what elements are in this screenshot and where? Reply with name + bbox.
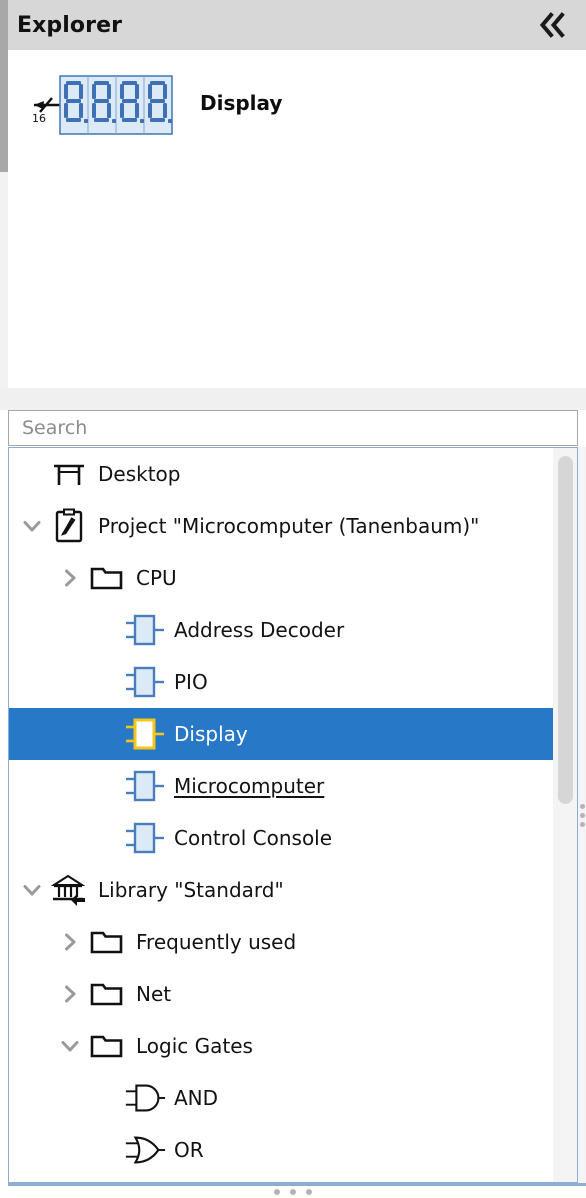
tree-item-label: PIO [174, 670, 208, 694]
tree-item-label: Microcomputer [174, 774, 325, 798]
splitter-dot [579, 821, 585, 827]
chevron-right-icon[interactable] [55, 916, 85, 968]
component-preview-pane: 16 Display [0, 50, 586, 388]
circuit-icon [123, 656, 167, 708]
tree-item-project-microcomputer-tanenbaum[interactable]: Project "Microcomputer (Tanenbaum)" [9, 500, 555, 552]
tree-item-library-standard[interactable]: Library "Standard" [9, 864, 555, 916]
tree-item-net[interactable]: Net [9, 968, 555, 1020]
tree-scrollbar-thumb[interactable] [558, 456, 573, 804]
collapse-panel-button[interactable] [536, 8, 570, 42]
circuit-icon-selected [123, 708, 167, 760]
chevron-down-icon[interactable] [55, 1020, 85, 1072]
tree-item-label: Project "Microcomputer (Tanenbaum)" [98, 514, 480, 538]
folder-icon [85, 1020, 129, 1072]
explorer-tree: Desktop Project "Microcomputer (Tanenbaum… [9, 448, 555, 1176]
tree-item-label: Library "Standard" [98, 878, 284, 902]
chevron-down-icon[interactable] [17, 864, 47, 916]
tree-item-label: Control Console [174, 826, 333, 850]
splitter-dot [579, 803, 585, 809]
pane-divider-strip [0, 388, 586, 410]
tree-item-label: OR [174, 1138, 204, 1162]
search-field-wrapper [8, 410, 578, 446]
preview-scrollbar-track[interactable] [0, 50, 8, 388]
chevron-right-icon[interactable] [55, 968, 85, 1020]
circuit-icon [123, 604, 167, 656]
or-gate-icon [123, 1124, 167, 1176]
explorer-header: Explorer [0, 0, 586, 50]
preview-component-label: Display [200, 91, 283, 115]
tree-item-logic-gates[interactable]: Logic Gates [9, 1020, 555, 1072]
tree-item-label: Frequently used [136, 930, 297, 954]
circuit-icon [123, 760, 167, 812]
folder-icon [85, 968, 129, 1020]
svg-text:16: 16 [32, 112, 46, 125]
search-input[interactable] [8, 410, 578, 446]
chevron-right-icon[interactable] [55, 552, 85, 604]
vertical-splitter-handle[interactable] [578, 447, 586, 1183]
header-accent-bar [0, 0, 8, 50]
horizontal-splitter-handle[interactable] [0, 1186, 586, 1198]
tree-item-label: AND [174, 1086, 219, 1110]
tree-item-or[interactable]: OR [9, 1124, 555, 1176]
preview-component[interactable]: 16 Display [26, 68, 282, 138]
circuit-icon [123, 812, 167, 864]
splitter-dot [579, 812, 585, 818]
tree-item-label: Desktop [98, 462, 181, 486]
folder-icon [85, 916, 129, 968]
splitter-dot [290, 1189, 296, 1195]
splitter-dot [274, 1189, 280, 1195]
seven-segment-display-icon: 16 [26, 68, 176, 138]
and-gate-icon [123, 1072, 167, 1124]
tree-item-cpu[interactable]: CPU [9, 552, 555, 604]
splitter-dot [306, 1189, 312, 1195]
tree-item-frequently-used[interactable]: Frequently used [9, 916, 555, 968]
tree-item-label: Logic Gates [136, 1034, 253, 1058]
tree-item-display[interactable]: Display [9, 708, 555, 760]
tree-item-label: Display [174, 722, 248, 746]
chevron-double-left-icon [538, 12, 568, 38]
preview-scrollbar-thumb[interactable] [0, 50, 8, 172]
folder-icon [85, 552, 129, 604]
tree-item-microcomputer[interactable]: Microcomputer [9, 760, 555, 812]
library-building-icon [47, 864, 91, 916]
tree-item-control-console[interactable]: Control Console [9, 812, 555, 864]
tree-item-pio[interactable]: PIO [9, 656, 555, 708]
tree-item-desktop[interactable]: Desktop [9, 448, 555, 500]
tree-item-label: CPU [136, 566, 177, 590]
tree-item-label: Address Decoder [174, 618, 345, 642]
chevron-down-icon[interactable] [17, 500, 47, 552]
explorer-tree-panel: Desktop Project "Microcomputer (Tanenbaum… [8, 447, 578, 1183]
tree-item-label: Net [136, 982, 172, 1006]
panel-title: Explorer [17, 12, 123, 38]
tree-item-and[interactable]: AND [9, 1072, 555, 1124]
desk-icon [47, 448, 91, 500]
tree-scrollbar-track[interactable] [553, 448, 577, 1182]
tree-item-address-decoder[interactable]: Address Decoder [9, 604, 555, 656]
clipboard-pencil-icon [47, 500, 91, 552]
